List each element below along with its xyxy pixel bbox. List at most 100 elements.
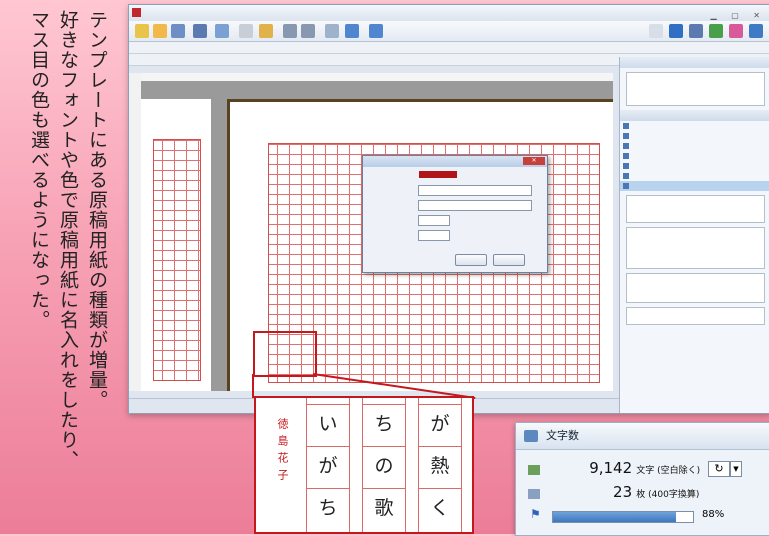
- zoom-column: い が ち: [306, 398, 350, 532]
- undo-icon[interactable]: [283, 24, 297, 38]
- manuscript-settings-dialog: ✕: [362, 155, 548, 273]
- counter-title: 文字数: [546, 429, 579, 442]
- character-count-mini: [626, 72, 765, 106]
- spacing-row: [363, 229, 547, 242]
- cancel-button[interactable]: [493, 254, 525, 266]
- counter-header[interactable]: 文字数: [516, 423, 769, 450]
- char-count-row: 9,142 文字 (空白除く): [528, 459, 700, 477]
- item-icon: [623, 133, 629, 139]
- item-icon: [623, 183, 629, 189]
- manuscript-grid: [153, 139, 201, 381]
- list-icon[interactable]: [689, 24, 703, 38]
- counter-icon: [524, 430, 538, 442]
- page-top-rule: [230, 99, 613, 102]
- dialog-title: ✕: [363, 156, 547, 167]
- zoom-cell: 歌: [363, 488, 405, 527]
- item-icon: [623, 163, 629, 169]
- app-icon: [132, 8, 141, 17]
- preview-icon[interactable]: [215, 24, 229, 38]
- find-icon[interactable]: [325, 24, 339, 38]
- character-count-panel: 文字数 9,142 文字 (空白除く) 23 枚 (400字換算) ↻ ▼ ⚑ …: [515, 422, 769, 536]
- item-icon: [623, 173, 629, 179]
- item-icon: [623, 153, 629, 159]
- char-count-label: 文字 (空白除く): [636, 466, 701, 476]
- zoom-cell: が: [419, 404, 461, 443]
- close-icon[interactable]: ✕: [523, 157, 545, 165]
- panel-item[interactable]: [620, 171, 769, 181]
- name-row: [363, 184, 547, 197]
- zoom-source-frame: [253, 331, 317, 377]
- page-count-label: 枚 (400字換算): [636, 490, 700, 500]
- page-count-value: 23: [613, 483, 633, 501]
- zoom-cell: ち: [363, 404, 405, 443]
- progress-bar: [552, 511, 694, 523]
- marker-icon[interactable]: [709, 24, 723, 38]
- size-row: [363, 214, 547, 227]
- zoom-column: ち の 歌: [362, 398, 406, 532]
- font-select[interactable]: [418, 200, 532, 211]
- zoom-cell: が: [307, 446, 349, 485]
- page-left: [141, 99, 211, 391]
- zoom-manuscript: 徳島花子 い が ち ち の 歌 が 熱 く: [254, 396, 474, 534]
- chevron-down-icon[interactable]: ▼: [730, 461, 742, 477]
- item-icon: [623, 143, 629, 149]
- color-icon[interactable]: [729, 24, 743, 38]
- monitor-icon[interactable]: [369, 24, 383, 38]
- font-row: [363, 199, 547, 212]
- caption-line: テンプレートにある原稿用紙の種類が増量。: [86, 10, 108, 410]
- cut-icon[interactable]: [239, 24, 253, 38]
- new-document-icon[interactable]: [135, 24, 149, 38]
- app-window: ▁ ▢ ✕ ✕: [128, 4, 769, 414]
- zoom-connector: [252, 374, 254, 398]
- title-bar: ▁ ▢ ✕: [129, 5, 769, 21]
- caption-text: テンプレートにある原稿用紙の種類が増量。 好きなフォントや色で原稿用紙に名入れを…: [24, 10, 111, 530]
- zoom-cell: ち: [307, 488, 349, 527]
- char-count-value: 9,142: [589, 459, 633, 477]
- note-box[interactable]: [626, 227, 765, 269]
- help-icon[interactable]: [749, 24, 763, 38]
- view-icon-active[interactable]: [669, 24, 683, 38]
- redo-icon[interactable]: [301, 24, 315, 38]
- name-field[interactable]: [418, 185, 532, 196]
- open-folder-icon[interactable]: [153, 24, 167, 38]
- panel-item[interactable]: [620, 161, 769, 171]
- panel-item[interactable]: [620, 131, 769, 141]
- zoom-column: が 熱 く: [418, 398, 462, 532]
- item-icon: [623, 123, 629, 129]
- progress-percent: 88%: [702, 509, 725, 520]
- panel-header-2[interactable]: [620, 110, 769, 121]
- spacing-field[interactable]: [418, 230, 450, 241]
- layout-buttons[interactable]: [626, 195, 765, 223]
- paste-icon[interactable]: [259, 24, 273, 38]
- caption-line: マス目の色も選べるようになった。: [28, 10, 50, 330]
- action-buttons[interactable]: [626, 307, 765, 325]
- zoom-cell: 熱: [419, 446, 461, 485]
- zoom-cell: の: [363, 446, 405, 485]
- view-icon[interactable]: [649, 24, 663, 38]
- panel-item-selected[interactable]: [620, 181, 769, 191]
- refresh-icon[interactable]: ↻: [708, 461, 730, 477]
- page-count-row: 23 枚 (400字換算): [528, 483, 699, 501]
- ok-button[interactable]: [455, 254, 487, 266]
- text-icon: [528, 464, 540, 475]
- size-field[interactable]: [418, 215, 450, 226]
- goal-flag-icon: ⚑: [530, 507, 541, 521]
- page-icon: [528, 488, 540, 499]
- color-row: [363, 169, 547, 182]
- progress-fill: [553, 512, 677, 522]
- panel-item[interactable]: [620, 141, 769, 151]
- author-name: 徳島花子: [276, 418, 289, 486]
- caption-line: 好きなフォントや色で原稿用紙に名入れをしたり、: [57, 10, 79, 470]
- zoom-cell: く: [419, 488, 461, 527]
- zoom-cell: い: [307, 404, 349, 443]
- options-box[interactable]: [626, 273, 765, 303]
- panel-item[interactable]: [620, 121, 769, 131]
- save-icon[interactable]: [171, 24, 185, 38]
- side-panel: [619, 57, 769, 413]
- panel-item[interactable]: [620, 151, 769, 161]
- dictionary-icon[interactable]: [345, 24, 359, 38]
- print-icon[interactable]: [193, 24, 207, 38]
- toolbar-format[interactable]: [129, 42, 769, 54]
- panel-header[interactable]: [620, 57, 769, 68]
- grid-color-swatch[interactable]: [419, 171, 457, 178]
